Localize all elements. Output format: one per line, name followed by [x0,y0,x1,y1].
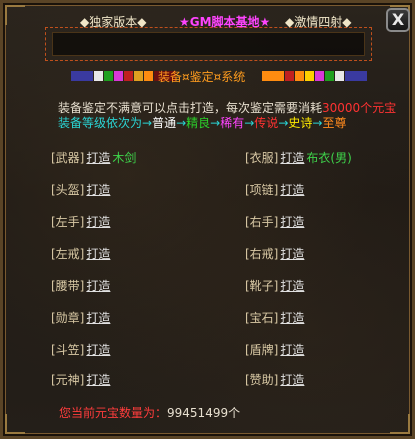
quality-order-text: 装备等级依次为→普通→精良→稀有→传说→史诗→至尊 [58,114,346,131]
quality-color-swatch [315,71,324,81]
forge-button-necklace[interactable]: 打造 [280,183,304,197]
cost-amount: 30000个元宝 [322,101,397,115]
quality-normal: 普通 [152,116,177,130]
slot-sponsor: [赞助] 打造 [245,372,304,388]
forge-button-shield[interactable]: 打造 [280,343,304,357]
forge-button-spirit[interactable]: 打造 [86,373,110,387]
slot-label: [头盔] [51,183,85,197]
quality-color-swatch [71,71,93,81]
slot-right-hand: [右手] 打造 [245,214,304,230]
tab-gm-script-base[interactable]: ★GM脚本基地★ [179,12,270,32]
quality-color-swatch [345,71,367,81]
arrow-icon: → [210,116,221,130]
forge-button-gem[interactable]: 打造 [280,311,304,325]
quality-fine: 精良 [186,116,211,130]
forge-button-clothes[interactable]: 打造 [280,151,304,165]
slot-label: [武器] [51,151,85,165]
quality-color-swatch [144,71,153,81]
forge-button-medal[interactable]: 打造 [86,311,110,325]
forge-button-belt[interactable]: 打造 [86,279,110,293]
slot-label: [勋章] [51,311,85,325]
frame-corner-ornament [390,414,410,434]
quality-order-label: 装备等级依次为→ [58,116,153,130]
forge-button-right-hand[interactable]: 打造 [280,215,304,229]
forge-button-sponsor[interactable]: 打造 [280,373,304,387]
slot-label: [盾牌] [245,343,279,357]
forge-button-left-ring[interactable]: 打造 [86,247,110,261]
forge-button-boots[interactable]: 打造 [280,279,304,293]
page-title: 装备¤鉴定¤系统 [158,70,246,84]
slot-label: [衣服] [245,151,279,165]
slot-left-ring: [左戒] 打造 [51,246,110,262]
quality-color-swatch [94,71,103,81]
slot-label: [腰带] [51,279,85,293]
quality-color-swatch [262,71,284,81]
quality-color-swatch [305,71,314,81]
header-banner [45,27,372,61]
arrow-icon: → [176,116,187,130]
slot-helmet: [头盔] 打造 [51,182,110,198]
slot-gem: [宝石] 打造 [245,310,304,326]
forge-button-helmet[interactable]: 打造 [86,183,110,197]
equipment-appraisal-panel: X ◆独家版本◆ ★GM脚本基地★ ◆激情四射◆ 装备¤鉴定¤系统 装备鉴定不满… [0,0,415,439]
slot-label: [右戒] [245,247,279,261]
slot-weapon: [武器] 打造 木剑 [51,150,136,166]
cost-description: 装备鉴定不满意可以点击打造，每次鉴定需要消耗 [58,101,323,115]
quality-color-swatch [285,71,294,81]
slot-hat: [斗笠] 打造 [51,342,110,358]
slot-boots: [靴子] 打造 [245,278,304,294]
close-button[interactable]: X [386,8,410,32]
title-row: 装备¤鉴定¤系统 [3,66,415,86]
quality-color-swatch [335,71,344,81]
quality-color-swatch [325,71,334,81]
quality-color-strip-right [262,71,368,81]
slot-shield: [盾牌] 打造 [245,342,304,358]
slot-label: [项链] [245,183,279,197]
slot-label: [靴子] [245,279,279,293]
equipped-item-name: 木剑 [112,151,137,165]
forge-button-weapon[interactable]: 打造 [86,151,110,165]
arrow-icon: → [278,116,289,130]
quality-supreme: 至尊 [322,116,347,130]
slot-label: [左手] [51,215,85,229]
quality-color-swatch [124,71,133,81]
quality-epic: 史诗 [288,116,313,130]
arrow-icon: → [244,116,255,130]
slot-left-hand: [左手] 打造 [51,214,110,230]
slot-belt: [腰带] 打造 [51,278,110,294]
arrow-icon: → [312,116,323,130]
header-banner-bar [52,32,365,56]
slot-label: [斗笠] [51,343,85,357]
quality-color-swatch [295,71,304,81]
quality-legend: 传说 [254,116,279,130]
slot-clothes: [衣服] 打造 布衣(男) [245,150,352,166]
close-icon: X [391,10,405,29]
ingot-balance-value: 99451499个 [167,406,241,420]
frame-corner-ornament [5,5,25,25]
slot-necklace: [项链] 打造 [245,182,304,198]
equipped-item-name: 布衣(男) [306,151,352,165]
forge-button-left-hand[interactable]: 打造 [86,215,110,229]
quality-rare: 稀有 [220,116,245,130]
quality-color-swatch [104,71,113,81]
forge-button-right-ring[interactable]: 打造 [280,247,304,261]
slot-label: [赞助] [245,373,279,387]
slot-label: [左戒] [51,247,85,261]
slot-label: [右手] [245,215,279,229]
quality-color-swatch [134,71,143,81]
slot-label: [宝石] [245,311,279,325]
ingot-balance-label: 您当前元宝数量为： [59,406,168,420]
frame-corner-ornament [5,414,25,434]
quality-color-swatch [114,71,123,81]
slot-medal: [勋章] 打造 [51,310,110,326]
tab-exclusive-version[interactable]: ◆独家版本◆ [80,12,146,32]
slot-spirit: [元神] 打造 [51,372,110,388]
slot-right-ring: [右戒] 打造 [245,246,304,262]
ingot-balance: 您当前元宝数量为：99451499个 [59,404,240,421]
forge-button-hat[interactable]: 打造 [86,343,110,357]
slot-label: [元神] [51,373,85,387]
tab-passion[interactable]: ◆激情四射◆ [285,12,351,32]
